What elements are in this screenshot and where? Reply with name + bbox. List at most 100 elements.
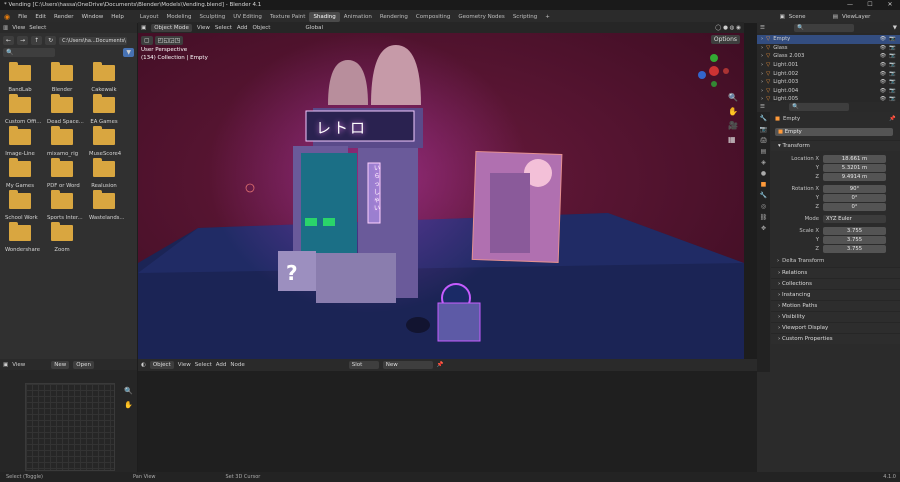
section-relations[interactable]: › Relations bbox=[771, 267, 900, 278]
vp-object-menu[interactable]: Object bbox=[253, 25, 271, 31]
section-custom-properties[interactable]: › Custom Properties bbox=[771, 333, 900, 344]
object-tab-icon[interactable]: ■ bbox=[761, 181, 767, 188]
fb-view-menu[interactable]: View bbox=[12, 25, 25, 31]
menu-help[interactable]: Help bbox=[107, 14, 128, 20]
folder-item[interactable]: Custom Offi... bbox=[5, 94, 41, 125]
image-grid[interactable] bbox=[25, 383, 115, 471]
img-pan-icon[interactable]: ✋ bbox=[124, 401, 133, 409]
outliner-row[interactable]: › ▽ Light.004 👁 📷 bbox=[757, 87, 900, 96]
location-x-field[interactable]: 18.661 m bbox=[823, 154, 886, 163]
view-layer-icon[interactable]: ▤ bbox=[833, 14, 838, 20]
pin-icon[interactable]: 📌 bbox=[889, 116, 900, 122]
menu-file[interactable]: File bbox=[14, 14, 31, 20]
constraints-tab-icon[interactable]: ⛓ bbox=[760, 214, 768, 221]
mode-dropdown[interactable]: Object Mode bbox=[151, 23, 192, 32]
scene-selector[interactable]: Scene bbox=[789, 14, 829, 20]
node-view-menu[interactable]: View bbox=[178, 362, 191, 368]
viewport-editor-icon[interactable]: ▣ bbox=[141, 25, 146, 31]
outliner-search[interactable]: 🔍 bbox=[793, 23, 854, 32]
folder-item[interactable]: Sports Inter... bbox=[47, 190, 83, 221]
folder-item[interactable]: EA Games bbox=[89, 94, 119, 125]
image-editor-icon[interactable]: ▣ bbox=[3, 362, 8, 368]
section-visibility[interactable]: › Visibility bbox=[771, 311, 900, 322]
pan-hand-icon[interactable]: ✋ bbox=[728, 107, 738, 116]
props-editor-icon[interactable]: ☰ bbox=[760, 104, 765, 110]
vp-view-menu[interactable]: View bbox=[197, 25, 210, 31]
path-field[interactable]: C:\Users\ha...Documents\ bbox=[59, 36, 128, 45]
vp-select-menu[interactable]: Select bbox=[215, 25, 232, 31]
rotation-y-field[interactable]: 0° bbox=[823, 193, 886, 202]
blender-logo-icon[interactable]: ◉ bbox=[0, 13, 14, 21]
scale-y-field[interactable]: 3.755 bbox=[823, 235, 886, 244]
data-tab-icon[interactable]: ✥ bbox=[761, 225, 766, 232]
search-field[interactable]: 🔍 bbox=[3, 48, 55, 57]
folder-item[interactable]: Realusion bbox=[89, 158, 119, 189]
location-y-field[interactable]: 5.3201 m bbox=[823, 163, 886, 172]
outliner-row[interactable]: › ▽ Empty 👁 📷 bbox=[757, 35, 900, 44]
back-icon[interactable]: ← bbox=[3, 36, 15, 45]
outliner-row[interactable]: › ▽ Light.001 👁 📷 bbox=[757, 61, 900, 70]
folder-item[interactable]: mixamo_rig bbox=[47, 126, 78, 157]
editor-type-icon[interactable]: ▥ bbox=[3, 25, 8, 31]
scene-icon[interactable]: ▣ bbox=[780, 14, 785, 20]
transform-section[interactable]: ▾ Transform bbox=[771, 140, 900, 151]
render-camera-icon[interactable]: 📷 bbox=[889, 45, 896, 51]
visibility-eye-icon[interactable]: 👁 bbox=[880, 71, 887, 77]
menu-window[interactable]: Window bbox=[78, 14, 108, 20]
workspace-tab-texture-paint[interactable]: Texture Paint bbox=[266, 12, 310, 22]
folder-item[interactable]: Zoom bbox=[47, 222, 77, 253]
workspace-tab-modeling[interactable]: Modeling bbox=[163, 12, 196, 22]
node-editor-icon[interactable]: ◐ bbox=[141, 362, 146, 368]
expand-arrow-icon[interactable]: › bbox=[761, 88, 763, 94]
rotation-z-field[interactable]: 0° bbox=[823, 202, 886, 211]
expand-arrow-icon[interactable]: › bbox=[761, 36, 763, 42]
workspace-tab-scripting[interactable]: Scripting bbox=[509, 12, 541, 22]
rotation-x-field[interactable]: 90° bbox=[823, 184, 886, 193]
expand-arrow-icon[interactable]: › bbox=[761, 45, 763, 51]
tool-tab-icon[interactable]: 🔧 bbox=[760, 115, 767, 122]
expand-arrow-icon[interactable]: › bbox=[761, 79, 763, 85]
select-mode-icon[interactable]: ◰◱◲◳ bbox=[154, 36, 184, 45]
outliner-row[interactable]: › ▽ Glass 👁 📷 bbox=[757, 44, 900, 53]
folder-item[interactable]: Image-Line bbox=[5, 126, 35, 157]
section-instancing[interactable]: › Instancing bbox=[771, 289, 900, 300]
section-viewport-display[interactable]: › Viewport Display bbox=[771, 322, 900, 333]
workspace-tab-layout[interactable]: Layout bbox=[136, 12, 163, 22]
orientation-dropdown[interactable]: Global bbox=[305, 25, 323, 31]
workspace-tab-geometry-nodes[interactable]: Geometry Nodes bbox=[454, 12, 508, 22]
parent-dir-icon[interactable]: ↑ bbox=[31, 36, 43, 45]
scene-tab-icon[interactable]: ◈ bbox=[761, 159, 766, 166]
props-search[interactable]: 🔍 bbox=[788, 103, 849, 111]
filter-icon[interactable]: ▼ bbox=[123, 48, 134, 57]
view-layer-selector[interactable]: ViewLayer bbox=[842, 14, 897, 20]
render-camera-icon[interactable]: 📷 bbox=[889, 71, 896, 77]
node-node-menu[interactable]: Node bbox=[230, 362, 244, 368]
folder-item[interactable]: Wastelands... bbox=[89, 190, 125, 221]
section-collections[interactable]: › Collections bbox=[771, 278, 900, 289]
outliner-row[interactable]: › ▽ Light.003 👁 📷 bbox=[757, 78, 900, 87]
select-tool-icon[interactable]: ▢ bbox=[141, 36, 153, 45]
refresh-icon[interactable]: ↻ bbox=[45, 36, 57, 45]
node-select-menu[interactable]: Select bbox=[195, 362, 212, 368]
zoom-icon[interactable]: 🔍 bbox=[728, 93, 738, 102]
folder-item[interactable]: BandLab bbox=[5, 62, 35, 93]
node-add-menu[interactable]: Add bbox=[216, 362, 227, 368]
node-type-dropdown[interactable]: Object bbox=[149, 361, 174, 369]
view-layer-tab-icon[interactable]: ▤ bbox=[761, 148, 767, 155]
visibility-eye-icon[interactable]: 👁 bbox=[880, 79, 887, 85]
workspace-tab-animation[interactable]: Animation bbox=[340, 12, 376, 22]
menu-render[interactable]: Render bbox=[50, 14, 78, 20]
location-z-field[interactable]: 9.4914 m bbox=[823, 172, 886, 181]
visibility-eye-icon[interactable]: 👁 bbox=[880, 36, 887, 42]
outliner-row[interactable]: › ▽ Light.002 👁 📷 bbox=[757, 69, 900, 78]
scale-x-field[interactable]: 3.755 bbox=[823, 226, 886, 235]
rotation-mode-dropdown[interactable]: XYZ Euler bbox=[823, 214, 886, 223]
physics-tab-icon[interactable]: ◎ bbox=[761, 203, 766, 210]
visibility-eye-icon[interactable]: 👁 bbox=[880, 53, 887, 59]
folder-item[interactable]: PDF or Word bbox=[47, 158, 80, 189]
folder-item[interactable]: Wondershare bbox=[5, 222, 40, 253]
expand-arrow-icon[interactable]: › bbox=[761, 53, 763, 59]
workspace-tab-uv-editing[interactable]: UV Editing bbox=[229, 12, 266, 22]
img-view-menu[interactable]: View bbox=[12, 362, 25, 368]
folder-item[interactable]: Cakewalk bbox=[89, 62, 119, 93]
